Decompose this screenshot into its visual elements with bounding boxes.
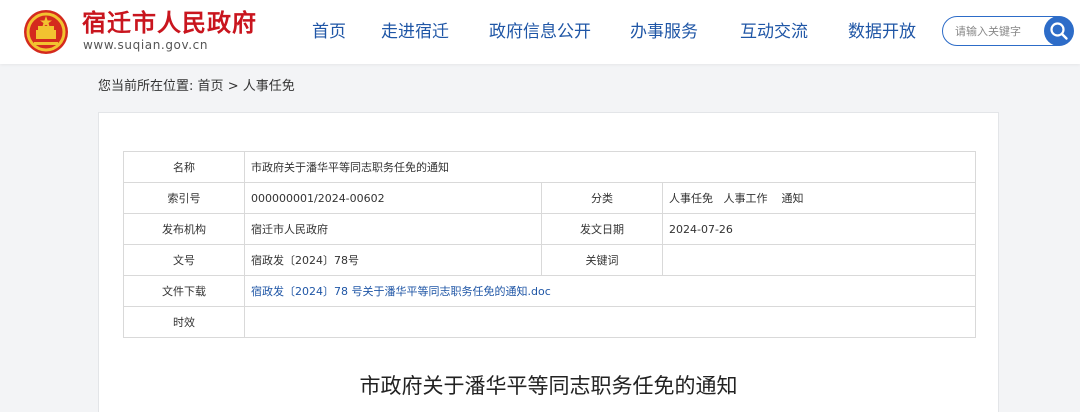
download-link[interactable]: 宿政发〔2024〕78 号关于潘华平等同志职务任免的通知.doc [243, 275, 977, 307]
name-value: 市政府关于潘华平等同志职务任免的通知 [243, 151, 977, 183]
nav-about-suqian[interactable]: 走进宿迁 [381, 0, 449, 64]
site-header: 宿迁市人民政府 www.suqian.gov.cn 首页 走进宿迁 政府信息公开… [0, 0, 1080, 64]
search-input[interactable] [955, 23, 1045, 39]
download-label: 文件下载 [123, 275, 245, 307]
table-row: 发布机构 宿迁市人民政府 发文日期 2024-07-26 [123, 213, 977, 245]
validity-value [243, 306, 977, 338]
search-button[interactable] [1044, 16, 1074, 46]
keywords-value [661, 244, 977, 276]
article-title: 市政府关于潘华平等同志职务任免的通知 [359, 374, 738, 398]
breadcrumb-home[interactable]: 首页 [198, 79, 224, 94]
publisher-label: 发布机构 [123, 213, 245, 245]
nav-interaction[interactable]: 互动交流 [740, 0, 808, 64]
table-row: 文件下载 宿政发〔2024〕78 号关于潘华平等同志职务任免的通知.doc [123, 275, 977, 307]
publisher-value: 宿迁市人民政府 [244, 213, 542, 245]
site-name[interactable]: 宿迁市人民政府 [82, 8, 257, 38]
name-label: 名称 [123, 151, 245, 183]
table-row: 时效 [123, 306, 977, 338]
category-value: 人事任免 人事工作 通知 [661, 182, 977, 214]
validity-label: 时效 [123, 306, 245, 338]
date-label: 发文日期 [541, 213, 663, 245]
date-value: 2024-07-26 [661, 213, 977, 245]
breadcrumb-current[interactable]: 人事任免 [243, 79, 295, 94]
category-label: 分类 [541, 182, 663, 214]
table-row: 名称 市政府关于潘华平等同志职务任免的通知 [123, 151, 977, 183]
index-label: 索引号 [123, 182, 245, 214]
breadcrumb: 您当前所在位置: 首页 > 人事任免 [98, 78, 295, 96]
nav-gov-info-disclosure[interactable]: 政府信息公开 [489, 0, 591, 64]
docno-value: 宿政发〔2024〕78号 [244, 244, 542, 276]
keywords-label: 关键词 [541, 244, 663, 276]
table-row: 文号 宿政发〔2024〕78号 关键词 [123, 244, 977, 276]
nav-open-data[interactable]: 数据开放 [848, 0, 916, 64]
content-panel: 名称 市政府关于潘华平等同志职务任免的通知 索引号 000000001/2024… [98, 112, 999, 412]
document-info-table: 名称 市政府关于潘华平等同志职务任免的通知 索引号 000000001/2024… [123, 151, 977, 338]
nav-home[interactable]: 首页 [312, 0, 346, 64]
index-value: 000000001/2024-00602 [244, 182, 542, 214]
table-row: 索引号 000000001/2024-00602 分类 人事任免 人事工作 通知 [123, 182, 977, 214]
breadcrumb-separator: > [227, 79, 239, 94]
search-icon [1050, 22, 1068, 40]
nav-services[interactable]: 办事服务 [630, 0, 698, 64]
breadcrumb-prefix: 您当前所在位置: [98, 79, 194, 94]
site-url: www.suqian.gov.cn [83, 38, 209, 52]
national-emblem-icon[interactable] [22, 8, 70, 56]
docno-label: 文号 [123, 244, 245, 276]
